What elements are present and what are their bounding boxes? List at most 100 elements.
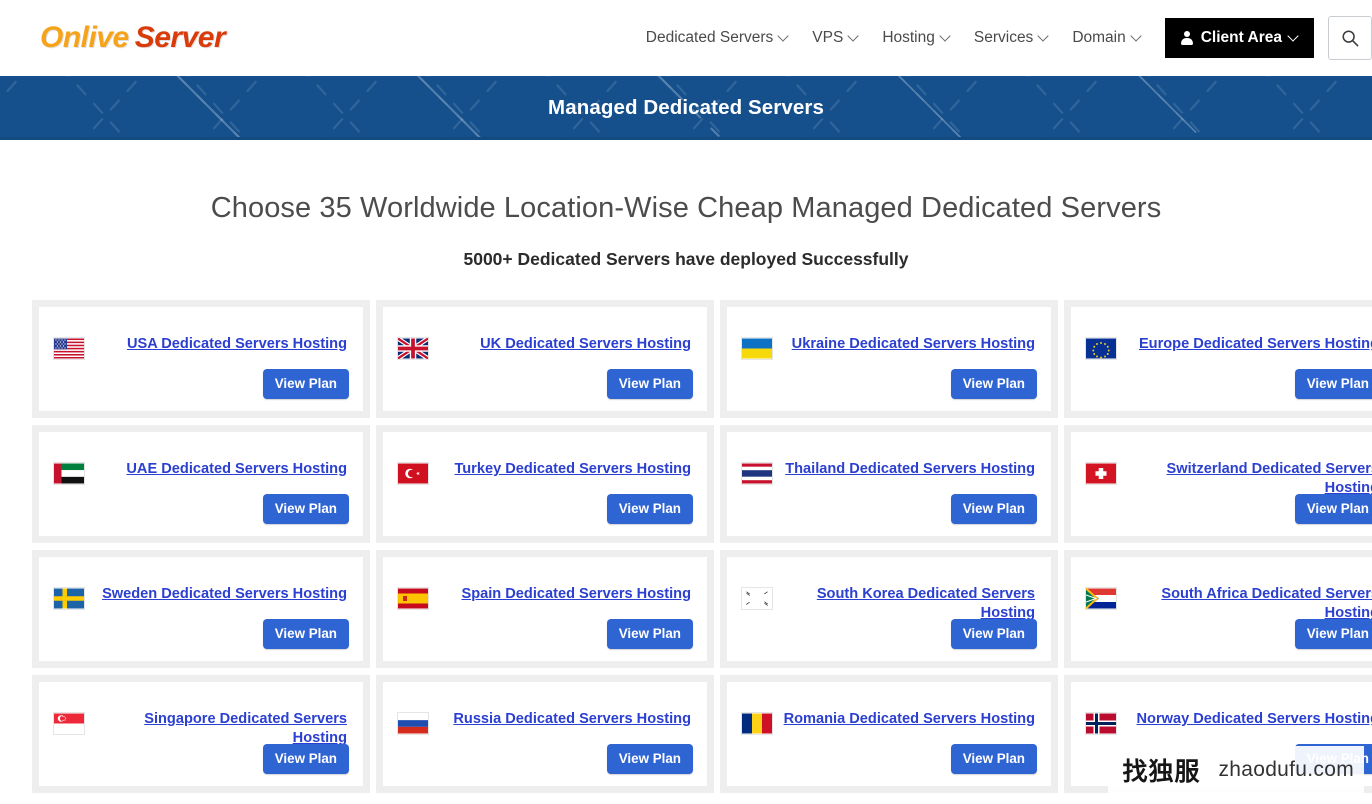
view-plan-button[interactable]: View Plan xyxy=(262,369,349,399)
nav-item-vps[interactable]: VPS xyxy=(800,19,870,57)
card-top-row: Ukraine Dedicated Servers Hosting xyxy=(741,321,1035,360)
flag-europe xyxy=(1085,337,1117,360)
location-card-inner: UK Dedicated Servers Hosting View Plan xyxy=(383,307,707,411)
location-card: Switzerland Dedicated Servers HostingVie… xyxy=(1064,425,1372,543)
card-top-row: UK Dedicated Servers Hosting xyxy=(397,321,691,360)
nav-item-dedicated-servers[interactable]: Dedicated Servers xyxy=(634,19,801,57)
location-card-inner: Singapore Dedicated Servers Hosting View … xyxy=(39,682,363,786)
card-button-row: View Plan xyxy=(1294,619,1372,649)
view-plan-button[interactable]: View Plan xyxy=(606,369,693,399)
location-card-inner: South Africa Dedicated Servers HostingVi… xyxy=(1071,557,1372,661)
view-plan-button[interactable]: View Plan xyxy=(950,369,1037,399)
location-link[interactable]: USA Dedicated Servers Hosting xyxy=(95,321,347,354)
location-link[interactable]: UK Dedicated Servers Hosting xyxy=(439,321,691,354)
nav-label: Services xyxy=(973,29,1034,46)
card-button-row: View Plan xyxy=(262,744,349,774)
card-button-row: View Plan xyxy=(1294,369,1372,399)
card-button-row: View Plan xyxy=(262,369,349,399)
flag-switzerland xyxy=(1085,462,1117,485)
location-link[interactable]: Romania Dedicated Servers Hosting xyxy=(783,696,1035,729)
banner-title: Managed Dedicated Servers xyxy=(548,96,824,119)
card-button-row: View Plan xyxy=(262,494,349,524)
client-area-button[interactable]: Client Area xyxy=(1164,18,1314,58)
view-plan-button[interactable]: View Plan xyxy=(606,494,693,524)
location-link[interactable]: Spain Dedicated Servers Hosting xyxy=(439,571,691,604)
flag-usa xyxy=(53,337,85,360)
view-plan-button[interactable]: View Plan xyxy=(950,619,1037,649)
location-link[interactable]: Switzerland Dedicated Servers Hosting xyxy=(1127,446,1372,498)
location-link[interactable]: Singapore Dedicated Servers Hosting xyxy=(95,696,347,748)
location-link[interactable]: Turkey Dedicated Servers Hosting xyxy=(439,446,691,479)
page-banner: Managed Dedicated Servers xyxy=(0,76,1372,140)
view-plan-button[interactable]: View Plan xyxy=(950,494,1037,524)
location-card: Europe Dedicated Servers Hosting View Pla… xyxy=(1064,300,1372,418)
view-plan-button[interactable]: View Plan xyxy=(1294,369,1372,399)
view-plan-button[interactable]: View Plan xyxy=(262,494,349,524)
location-card: Thailand Dedicated Servers Hosting View P… xyxy=(720,425,1058,543)
nav-item-services[interactable]: Services xyxy=(962,19,1060,57)
location-card: South Korea Dedicated Servers Hosting Vie… xyxy=(720,550,1058,668)
location-link[interactable]: UAE Dedicated Servers Hosting xyxy=(95,446,347,479)
flag-singapore xyxy=(53,712,85,735)
location-link[interactable]: South Africa Dedicated Servers Hosting xyxy=(1127,571,1372,623)
view-plan-button[interactable]: View Plan xyxy=(1294,619,1372,649)
page-root: 找独服 zhaodufu.com 找独服 zhaodufu.com Onlive… xyxy=(0,0,1372,804)
chevron-down-icon xyxy=(1289,32,1298,41)
page-title: Choose 35 Worldwide Location-Wise Cheap … xyxy=(210,192,1162,224)
card-button-row: View Plan xyxy=(950,369,1037,399)
watermark-cn-text: 找独服 xyxy=(1122,757,1201,786)
location-card: UK Dedicated Servers Hosting View Plan xyxy=(376,300,714,418)
watermark-url-text: zhaodufu.com xyxy=(1218,758,1354,781)
card-button-row: View Plan xyxy=(606,369,693,399)
user-icon xyxy=(1181,31,1194,45)
location-card-inner: UAE Dedicated Servers Hosting View Plan xyxy=(39,432,363,536)
location-card-inner: Europe Dedicated Servers Hosting View Pla… xyxy=(1071,307,1372,411)
card-top-row: Romania Dedicated Servers Hosting xyxy=(741,696,1035,735)
location-link[interactable]: Europe Dedicated Servers Hosting xyxy=(1127,321,1372,354)
card-top-row: South Africa Dedicated Servers Hosting xyxy=(1085,571,1372,623)
site-logo[interactable]: Onlive Server xyxy=(40,21,226,55)
view-plan-button[interactable]: View Plan xyxy=(606,619,693,649)
flag-norway xyxy=(1085,712,1117,735)
location-link[interactable]: Sweden Dedicated Servers Hosting xyxy=(95,571,347,604)
view-plan-button[interactable]: View Plan xyxy=(606,744,693,774)
location-link[interactable]: Ukraine Dedicated Servers Hosting xyxy=(783,321,1035,354)
location-link[interactable]: Russia Dedicated Servers Hosting xyxy=(439,696,691,729)
nav-label: Domain xyxy=(1072,29,1126,46)
flag-uae xyxy=(53,462,85,485)
location-card-inner: Ukraine Dedicated Servers Hosting View Pl… xyxy=(727,307,1051,411)
location-link[interactable]: Norway Dedicated Servers Hosting xyxy=(1127,696,1372,729)
location-link[interactable]: South Korea Dedicated Servers Hosting xyxy=(783,571,1035,623)
search-button[interactable] xyxy=(1328,16,1372,60)
location-card: Turkey Dedicated Servers Hosting View Pla… xyxy=(376,425,714,543)
card-top-row: Spain Dedicated Servers Hosting xyxy=(397,571,691,610)
view-plan-button[interactable]: View Plan xyxy=(262,619,349,649)
logo-word-onlive: Onlive xyxy=(40,21,129,54)
flag-russia xyxy=(397,712,429,735)
nav-label: VPS xyxy=(812,29,844,46)
location-card: Spain Dedicated Servers Hosting View Plan xyxy=(376,550,714,668)
nav-item-domain[interactable]: Domain xyxy=(1060,19,1152,57)
location-card: South Africa Dedicated Servers HostingVi… xyxy=(1064,550,1372,668)
chevron-down-icon xyxy=(1132,32,1141,41)
location-card-grid: USA Dedicated Servers Hosting View Plan UK… xyxy=(0,300,1372,793)
location-card: Ukraine Dedicated Servers Hosting View Pl… xyxy=(720,300,1058,418)
location-card-inner: Russia Dedicated Servers Hosting View Pla… xyxy=(383,682,707,786)
section-headings: Choose 35 Worldwide Location-Wise Cheap … xyxy=(0,192,1372,270)
view-plan-button[interactable]: View Plan xyxy=(1294,494,1372,524)
view-plan-button[interactable]: View Plan xyxy=(262,744,349,774)
view-plan-button[interactable]: View Plan xyxy=(950,744,1037,774)
flag-south-africa xyxy=(1085,587,1117,610)
search-icon xyxy=(1342,30,1359,47)
location-card: Singapore Dedicated Servers Hosting View … xyxy=(32,675,370,793)
card-button-row: View Plan xyxy=(950,744,1037,774)
card-top-row: Russia Dedicated Servers Hosting xyxy=(397,696,691,735)
card-top-row: Thailand Dedicated Servers Hosting xyxy=(741,446,1035,485)
nav-item-hosting[interactable]: Hosting xyxy=(870,19,962,57)
location-link[interactable]: Thailand Dedicated Servers Hosting xyxy=(783,446,1035,479)
flag-romania xyxy=(741,712,773,735)
card-button-row: View Plan xyxy=(950,619,1037,649)
location-card-inner: Spain Dedicated Servers Hosting View Plan xyxy=(383,557,707,661)
location-card-inner: Switzerland Dedicated Servers HostingVie… xyxy=(1071,432,1372,536)
card-top-row: Sweden Dedicated Servers Hosting xyxy=(53,571,347,610)
